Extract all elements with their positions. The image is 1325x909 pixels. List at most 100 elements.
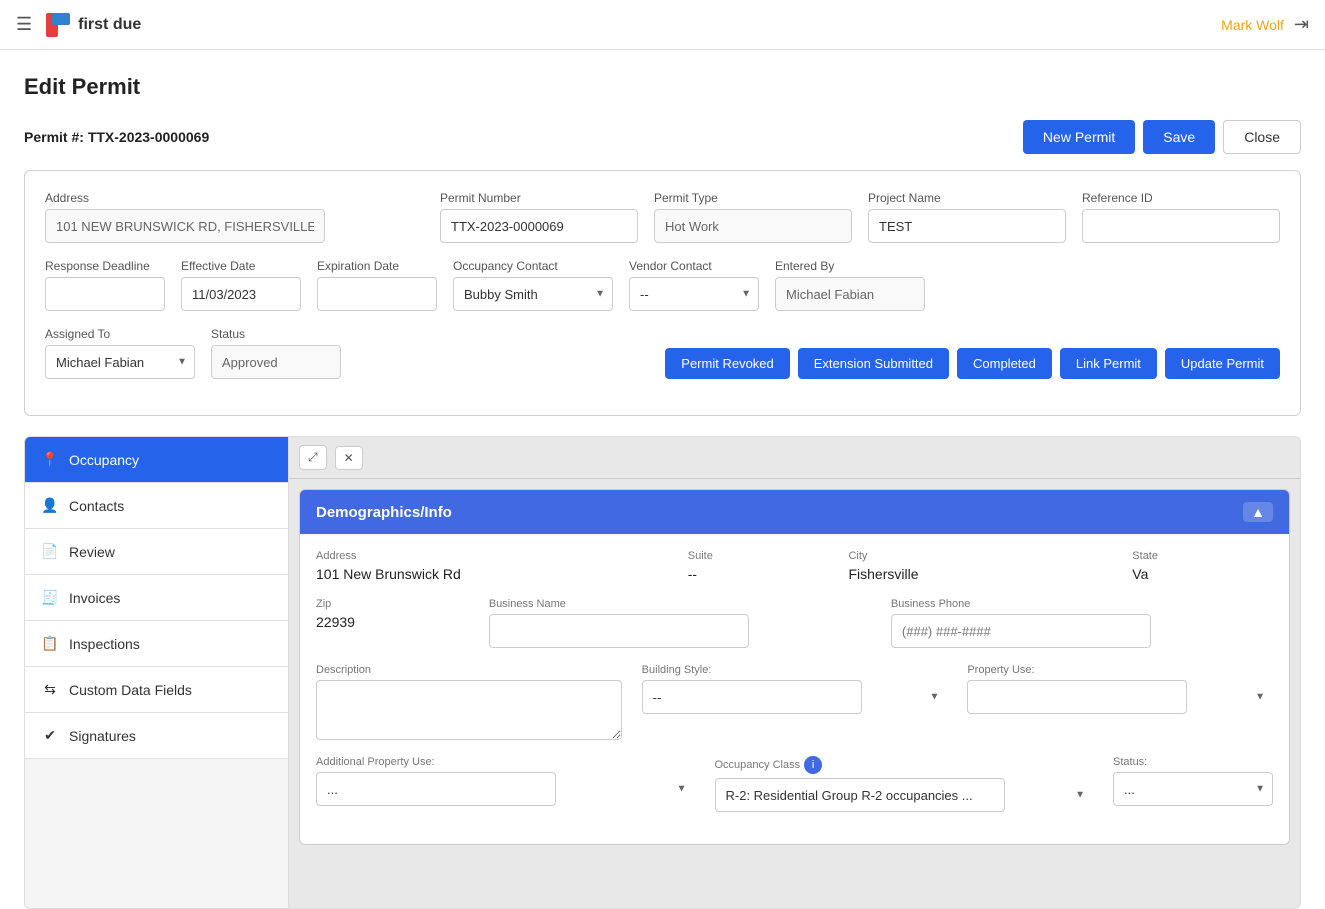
expand-icon[interactable]: ⤢ bbox=[299, 445, 327, 470]
vendor-contact-select[interactable]: -- bbox=[629, 277, 759, 311]
demo-address-label: Address bbox=[316, 550, 668, 562]
bottom-section: 📍 Occupancy 👤 Contacts 📄 Review 🧾 Invoic… bbox=[24, 436, 1301, 909]
assigned-to-group: Assigned To Michael Fabian ▼ bbox=[45, 327, 195, 379]
expiration-date-input[interactable] bbox=[317, 277, 437, 311]
status-input[interactable] bbox=[211, 345, 341, 379]
hamburger-menu[interactable]: ☰ bbox=[16, 14, 32, 35]
demo-occupancy-class-label: Occupancy Class i bbox=[715, 756, 1094, 774]
occupancy-contact-wrapper: Bubby Smith ▼ bbox=[453, 277, 613, 311]
checkmark-icon: ✔ bbox=[41, 727, 59, 744]
permit-number-group: Permit Number bbox=[440, 191, 638, 243]
permit-number-input[interactable] bbox=[440, 209, 638, 243]
sidebar: 📍 Occupancy 👤 Contacts 📄 Review 🧾 Invoic… bbox=[24, 436, 288, 909]
demo-building-style-wrapper: -- ▼ bbox=[642, 680, 948, 714]
demo-building-style-label: Building Style: bbox=[642, 664, 948, 676]
extension-submitted-button[interactable]: Extension Submitted bbox=[798, 348, 949, 379]
sidebar-item-invoices[interactable]: 🧾 Invoices bbox=[25, 575, 288, 621]
project-name-input[interactable] bbox=[868, 209, 1066, 243]
reference-id-label: Reference ID bbox=[1082, 191, 1280, 205]
reference-id-input[interactable] bbox=[1082, 209, 1280, 243]
demo-state-value: Va bbox=[1132, 566, 1273, 582]
project-name-group: Project Name bbox=[868, 191, 1066, 243]
demo-suite-value: -- bbox=[688, 566, 829, 582]
expiration-date-group: Expiration Date bbox=[317, 259, 437, 311]
demo-property-use-wrapper: ▼ bbox=[967, 680, 1273, 714]
demo-row-additional: Additional Property Use: ... ▼ bbox=[316, 756, 1273, 812]
response-deadline-input[interactable] bbox=[45, 277, 165, 311]
save-button[interactable]: Save bbox=[1143, 120, 1215, 154]
close-button[interactable]: Close bbox=[1223, 120, 1301, 154]
sidebar-item-inspections[interactable]: 📋 Inspections bbox=[25, 621, 288, 667]
app-logo: first due bbox=[44, 11, 141, 39]
demo-row-zip: Zip 22939 Business Name Business Phone bbox=[316, 598, 1273, 648]
sidebar-item-custom-data-fields[interactable]: ⇆ Custom Data Fields bbox=[25, 667, 288, 713]
form-row-3: Assigned To Michael Fabian ▼ Status Perm… bbox=[45, 327, 1280, 379]
demo-additional-property-select[interactable]: ... bbox=[316, 772, 556, 806]
building-style-arrow-icon: ▼ bbox=[929, 692, 939, 703]
effective-date-input[interactable] bbox=[181, 277, 301, 311]
demo-occupancy-class-select[interactable]: R-2: Residential Group R-2 occupancies .… bbox=[715, 778, 1005, 812]
demo-business-name-input[interactable] bbox=[489, 614, 749, 648]
permit-type-group: Permit Type bbox=[654, 191, 852, 243]
response-deadline-group: Response Deadline bbox=[45, 259, 165, 311]
status-group: Status bbox=[211, 327, 341, 379]
action-buttons: Permit Revoked Extension Submitted Compl… bbox=[665, 348, 1280, 379]
update-permit-button[interactable]: Update Permit bbox=[1165, 348, 1280, 379]
demo-business-phone-input[interactable] bbox=[891, 614, 1151, 648]
nav-left: ☰ first due bbox=[16, 11, 141, 39]
new-permit-button[interactable]: New Permit bbox=[1023, 120, 1135, 154]
permit-form-card: Address Permit Number Permit Type Projec… bbox=[24, 170, 1301, 416]
demo-description-textarea[interactable] bbox=[316, 680, 622, 740]
page-title: Edit Permit bbox=[24, 74, 1301, 100]
project-name-label: Project Name bbox=[868, 191, 1066, 205]
sidebar-label-signatures: Signatures bbox=[69, 728, 136, 744]
demo-additional-property-use-group: Additional Property Use: ... ▼ bbox=[316, 756, 695, 812]
entered-by-input[interactable] bbox=[775, 277, 925, 311]
demo-description-label: Description bbox=[316, 664, 622, 676]
assigned-to-label: Assigned To bbox=[45, 327, 195, 341]
demographics-card: Demographics/Info ▲ Address 101 New Brun… bbox=[299, 489, 1290, 845]
demo-zip-label: Zip bbox=[316, 598, 469, 610]
logout-icon[interactable]: ⇥ bbox=[1294, 14, 1309, 35]
demo-city-label: City bbox=[848, 550, 1112, 562]
occupancy-contact-select[interactable]: Bubby Smith bbox=[453, 277, 613, 311]
header-btn-group: New Permit Save Close bbox=[1023, 120, 1301, 154]
main-content: Edit Permit Permit #: TTX-2023-0000069 N… bbox=[0, 50, 1325, 909]
sidebar-item-occupancy[interactable]: 📍 Occupancy bbox=[25, 437, 288, 483]
permit-header: Permit #: TTX-2023-0000069 New Permit Sa… bbox=[24, 120, 1301, 154]
close-panel-button[interactable]: ✕ bbox=[335, 446, 363, 470]
sidebar-item-contacts[interactable]: 👤 Contacts bbox=[25, 483, 288, 529]
info-icon[interactable]: i bbox=[804, 756, 822, 774]
vendor-contact-label: Vendor Contact bbox=[629, 259, 759, 273]
demo-status-select[interactable]: ... bbox=[1113, 772, 1273, 806]
demographics-header[interactable]: Demographics/Info ▲ bbox=[300, 490, 1289, 534]
nav-right: Mark Wolf ⇥ bbox=[1221, 14, 1309, 35]
sidebar-item-signatures[interactable]: ✔ Signatures bbox=[25, 713, 288, 759]
demo-state-group: State Va bbox=[1132, 550, 1273, 582]
demo-building-style-select[interactable]: -- bbox=[642, 680, 862, 714]
sidebar-label-inspections: Inspections bbox=[69, 636, 140, 652]
entered-by-group: Entered By bbox=[775, 259, 925, 311]
demo-suite-label: Suite bbox=[688, 550, 829, 562]
link-permit-button[interactable]: Link Permit bbox=[1060, 348, 1157, 379]
reference-id-group: Reference ID bbox=[1082, 191, 1280, 243]
custom-fields-icon: ⇆ bbox=[41, 681, 59, 698]
demo-city-value: Fishersville bbox=[848, 566, 1112, 582]
address-input[interactable] bbox=[45, 209, 325, 243]
assigned-to-wrapper: Michael Fabian ▼ bbox=[45, 345, 195, 379]
demo-building-style-group: Building Style: -- ▼ bbox=[642, 664, 948, 740]
collapse-button[interactable]: ▲ bbox=[1243, 502, 1273, 522]
sidebar-label-contacts: Contacts bbox=[69, 498, 124, 514]
demo-city-group: City Fishersville bbox=[848, 550, 1112, 582]
demo-suite-group: Suite -- bbox=[688, 550, 829, 582]
assigned-to-select[interactable]: Michael Fabian bbox=[45, 345, 195, 379]
completed-button[interactable]: Completed bbox=[957, 348, 1052, 379]
permit-type-input[interactable] bbox=[654, 209, 852, 243]
demo-business-name-label: Business Name bbox=[489, 598, 871, 610]
permit-revoked-button[interactable]: Permit Revoked bbox=[665, 348, 789, 379]
demo-property-use-select[interactable] bbox=[967, 680, 1187, 714]
demo-state-label: State bbox=[1132, 550, 1273, 562]
expiration-date-label: Expiration Date bbox=[317, 259, 437, 273]
sidebar-item-review[interactable]: 📄 Review bbox=[25, 529, 288, 575]
demo-property-use-label: Property Use: bbox=[967, 664, 1273, 676]
